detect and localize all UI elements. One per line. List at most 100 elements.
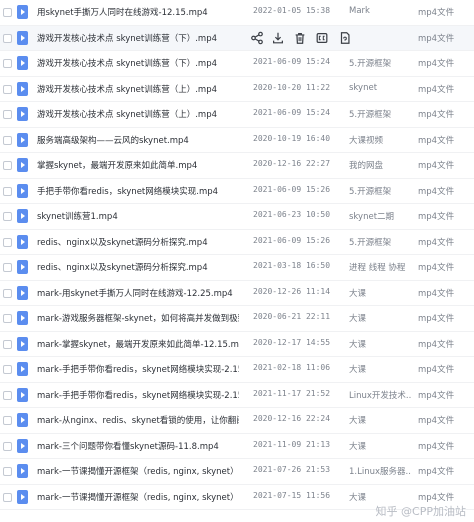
row-checkbox[interactable] (3, 161, 12, 170)
video-file-icon (17, 209, 28, 223)
file-row[interactable]: 游戏开发核心技术点 skynet训练营（下）.mp4 mp4文件 (0, 25, 474, 51)
file-row[interactable]: 手把手带你看redis，skynet网络模块实现.mp4 2021-06-09 1… (0, 179, 474, 204)
row-checkbox[interactable] (3, 288, 12, 298)
video-file-icon (17, 107, 28, 121)
file-row[interactable]: mark-用skynet手撕万人同时在线游戏-12.25.mp4 2020-12-… (0, 281, 474, 306)
file-name[interactable]: mark-用skynet手撕万人同时在线游戏-12.25.mp4 (37, 287, 239, 299)
file-source-folder[interactable]: 大课 (349, 440, 411, 452)
file-name[interactable]: redis、nginx以及skynet源码分析探究.mp4 (37, 236, 239, 248)
row-checkbox[interactable] (3, 135, 12, 145)
file-source-folder[interactable]: 1.Linux服务器... (349, 465, 411, 477)
file-source-folder[interactable]: Linux开发技术... (349, 389, 411, 401)
row-checkbox[interactable] (3, 416, 12, 425)
file-name[interactable]: 游戏开发核心技术点 skynet训练营（上）.mp4 (37, 83, 239, 95)
file-name[interactable]: 手把手带你看redis，skynet网络模块实现.mp4 (37, 185, 239, 197)
file-row[interactable]: mark-从nginx、redis、skynet看锁的使用，让你翻阅着... 20… (0, 408, 474, 434)
file-name[interactable]: skynet训练营1.mp4 (37, 210, 239, 222)
row-checkbox[interactable] (3, 212, 12, 221)
delete-icon[interactable] (293, 31, 307, 45)
file-name[interactable]: mark-三个问题带你看懂skynet源码-11.8.mp4 (37, 440, 239, 452)
row-checkbox[interactable] (3, 237, 12, 247)
file-date: 2020-12-17 14:55 (253, 337, 331, 347)
row-checkbox[interactable] (3, 339, 12, 349)
video-file-icon (17, 81, 28, 96)
more-file-icon[interactable] (338, 31, 352, 45)
file-type: mp4文件 (418, 186, 455, 197)
file-type: mp4文件 (418, 365, 455, 375)
file-row[interactable]: mark-一节课揭懂开源框架（redis, nginx, skynet）中锁..… (0, 485, 474, 510)
file-source-folder[interactable]: 我的网盘 (349, 159, 411, 171)
file-source-folder[interactable]: 进程 线程 协程 (349, 261, 411, 273)
file-type: mp4文件 (418, 441, 455, 452)
row-checkbox[interactable] (3, 314, 12, 323)
row-checkbox[interactable] (3, 390, 12, 400)
file-type: mp4文件 (418, 416, 455, 426)
file-source-folder[interactable]: Mark (349, 6, 411, 16)
file-row[interactable]: 游戏开发核心技术点 skynet训练营（下）.mp4 2021-06-09 15:… (0, 51, 474, 77)
file-name[interactable]: 游戏开发核心技术点 skynet训练营（下）.mp4 (37, 57, 239, 69)
file-source-folder[interactable]: skynet二期 (349, 210, 411, 222)
file-date: 2020-12-26 11:14 (253, 286, 331, 296)
file-row[interactable]: mark-手把手带你看redis，skynet网络模块实现-2.15.mp4 20… (0, 357, 474, 383)
file-row[interactable]: 用skynet手撕万人同时在线游戏-12.15.mp4 2022-01-05 15… (0, 0, 474, 26)
video-file-icon (17, 438, 28, 453)
file-name[interactable]: 游戏开发核心技术点 skynet训练营（下）.mp4 (37, 32, 227, 44)
file-row[interactable]: redis、nginx以及skynet源码分析探究.mp4 2021-06-09 … (0, 230, 474, 255)
file-source-folder[interactable]: 5.开源框架 (349, 185, 411, 197)
row-checkbox[interactable] (3, 84, 12, 94)
row-checkbox[interactable] (3, 263, 12, 272)
file-name[interactable]: mark-掌握skynet，最端开发原来如此简单-12.15.mp4 (37, 338, 239, 350)
file-row[interactable]: 游戏开发核心技术点 skynet训练营（上）.mp4 2021-06-09 15:… (0, 102, 474, 128)
file-row[interactable]: mark-三个问题带你看懂skynet源码-11.8.mp4 2021-11-09… (0, 434, 474, 459)
row-checkbox[interactable] (3, 467, 12, 476)
file-row[interactable]: redis、nginx以及skynet源码分析探究.mp4 2021-03-18 … (0, 255, 474, 281)
file-source-folder[interactable]: 大课 (349, 414, 411, 426)
file-source-folder[interactable]: 大课 (349, 312, 411, 324)
file-source-folder[interactable]: 大课视频 (349, 134, 411, 146)
file-type: mp4文件 (418, 390, 455, 401)
file-name[interactable]: 游戏开发核心技术点 skynet训练营（上）.mp4 (37, 108, 239, 120)
file-row[interactable]: mark-一节课揭懂开源框架（redis, nginx, skynet）中锁..… (0, 459, 474, 485)
file-source-folder[interactable]: 大课 (349, 287, 411, 299)
file-row[interactable]: mark-手把手带你看redis，skynet网络模块实现-2.15.mp4 20… (0, 383, 474, 408)
file-row[interactable]: mark-游戏服务器框架-skynet，如何将高并发做到极致-12... 2020… (0, 306, 474, 332)
file-row[interactable]: 服务端高级架构——云风的skynet.mp4 2020-10-19 16:40 大课… (0, 128, 474, 153)
file-name[interactable]: 掌握skynet，最端开发原来如此简单.mp4 (37, 159, 239, 171)
video-file-icon (17, 336, 28, 351)
file-source-folder[interactable]: 大课 (349, 491, 411, 503)
file-source-folder[interactable]: 5.开源框架 (349, 57, 411, 69)
row-checkbox[interactable] (3, 441, 12, 451)
file-name[interactable]: mark-手把手带你看redis，skynet网络模块实现-2.15.mp4 (37, 389, 239, 401)
file-type: mp4文件 (418, 288, 455, 299)
file-date: 2021-07-15 11:56 (253, 490, 331, 500)
file-row[interactable]: skynet训练营1.mp4 2021-06-23 10:50 skynet二期 mp… (0, 204, 474, 230)
file-name[interactable]: mark-游戏服务器框架-skynet，如何将高并发做到极致-12... (37, 312, 239, 324)
row-checkbox[interactable] (3, 186, 12, 196)
file-name[interactable]: 服务端高级架构——云风的skynet.mp4 (37, 134, 239, 146)
share-icon[interactable] (250, 31, 264, 45)
row-checkbox[interactable] (3, 33, 12, 43)
row-checkbox[interactable] (3, 492, 12, 502)
row-checkbox[interactable] (3, 59, 12, 68)
file-source-folder[interactable]: 5.开源框架 (349, 108, 411, 120)
file-row[interactable]: 掌握skynet，最端开发原来如此简单.mp4 2020-12-16 22:27 我… (0, 153, 474, 179)
file-source-folder[interactable]: skynet (349, 83, 411, 93)
file-name[interactable]: mark-一节课揭懂开源框架（redis, nginx, skynet）中锁..… (37, 491, 239, 503)
file-name[interactable]: 用skynet手撕万人同时在线游戏-12.15.mp4 (37, 6, 239, 18)
download-icon[interactable] (271, 31, 285, 45)
row-checkbox[interactable] (3, 8, 12, 17)
file-row[interactable]: mark-掌握skynet，最端开发原来如此简单-12.15.mp4 2020-1… (0, 332, 474, 357)
file-source-folder[interactable]: 5.开源框架 (349, 236, 411, 248)
row-checkbox[interactable] (3, 365, 12, 374)
file-name[interactable]: mark-手把手带你看redis，skynet网络模块实现-2.15.mp4 (37, 363, 239, 375)
file-name[interactable]: mark-从nginx、redis、skynet看锁的使用，让你翻阅着... (37, 414, 239, 426)
file-name[interactable]: redis、nginx以及skynet源码分析探究.mp4 (37, 261, 239, 273)
video-file-icon (17, 158, 28, 172)
file-source-folder[interactable]: 大课 (349, 338, 411, 350)
subtitle-icon[interactable] (315, 31, 329, 45)
file-row[interactable]: 游戏开发核心技术点 skynet训练营（上）.mp4 2020-10-20 11:… (0, 77, 474, 102)
file-name[interactable]: mark-一节课揭懂开源框架（redis, nginx, skynet）中锁..… (37, 465, 239, 477)
file-source-folder[interactable]: 大课 (349, 363, 411, 375)
row-checkbox[interactable] (3, 110, 12, 119)
file-type: mp4文件 (418, 314, 455, 324)
